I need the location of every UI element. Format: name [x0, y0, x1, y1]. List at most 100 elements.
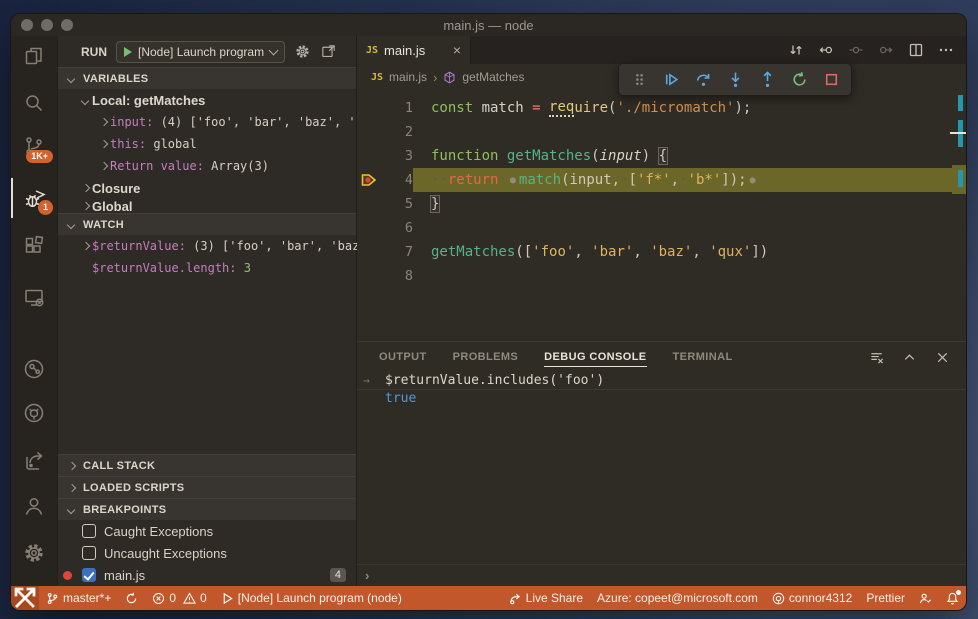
- tab-label: main.js: [384, 42, 426, 58]
- code-token: ··: [431, 172, 448, 188]
- breakpoint-label: main.js: [104, 567, 146, 583]
- code-line[interactable]: 2: [357, 120, 966, 144]
- share-session-icon[interactable]: [11, 441, 57, 481]
- chevron-icon: [78, 185, 92, 191]
- code-line[interactable]: 7 getMatches(['foo', 'bar', 'baz', 'qux']…: [357, 240, 966, 264]
- search-icon[interactable]: [11, 83, 57, 123]
- panel-tab-terminal[interactable]: TERMINAL: [673, 347, 733, 367]
- variables-section-header[interactable]: VARIABLES: [58, 67, 356, 89]
- code-line[interactable]: 1 const match = req uire('./micromatch');: [357, 96, 966, 120]
- debug-console-output[interactable]: → $returnValue.includes('foo') true: [357, 372, 966, 564]
- bottom-panel: OUTPUT PROBLEMS DEBUG CONSOLE TERMINAL → $r…: [357, 341, 966, 586]
- step-out-button[interactable]: [753, 67, 781, 93]
- breakpoint-row[interactable]: Uncaught Exceptions: [58, 542, 356, 564]
- run-debug-icon[interactable]: 1: [11, 178, 57, 218]
- console-prompt-icon: ›: [365, 568, 370, 583]
- tab-main-js[interactable]: JS main.js ×: [357, 36, 471, 64]
- breakpoint-current-frame-icon[interactable]: [357, 173, 381, 187]
- variable-value: (4) ['foo', 'bar', 'baz', 'qux']: [160, 115, 356, 129]
- code-line[interactable]: 5}: [357, 192, 966, 216]
- code-line[interactable]: 6: [357, 216, 966, 240]
- breadcrumb-file[interactable]: main.js: [389, 70, 427, 84]
- close-panel-icon[interactable]: [935, 350, 950, 365]
- feedback-status[interactable]: [912, 586, 939, 610]
- breakpoint-checkbox[interactable]: [82, 568, 96, 582]
- source-control-icon[interactable]: 1K+: [11, 126, 57, 166]
- github-user-status[interactable]: connor4312: [765, 586, 859, 610]
- step-into-button[interactable]: [721, 67, 749, 93]
- code-editor[interactable]: 1 const match = req uire('./micromatch'); 2…: [357, 90, 966, 341]
- clear-console-icon[interactable]: [869, 350, 884, 365]
- live-share-status[interactable]: Live Share: [502, 586, 590, 610]
- close-tab-icon[interactable]: ×: [453, 42, 461, 58]
- github-icon[interactable]: [11, 393, 57, 433]
- code-token: ,: [633, 244, 651, 260]
- account-icon[interactable]: [11, 486, 57, 526]
- navigate-back-icon[interactable]: [818, 42, 834, 58]
- console-expression-row[interactable]: → $returnValue.includes('foo'): [357, 372, 966, 390]
- start-debug-icon[interactable]: [124, 46, 132, 57]
- variable-row[interactable]: this: global: [58, 133, 356, 155]
- loaded-scripts-section-header[interactable]: LOADED SCRIPTS: [58, 476, 356, 498]
- live-share-icon[interactable]: [11, 349, 57, 389]
- panel-tab-debug-console[interactable]: DEBUG CONSOLE: [544, 347, 647, 367]
- live-share-label: Live Share: [525, 591, 584, 605]
- variable-row[interactable]: $returnValue: (3) ['foo', 'bar', 'baz']: [58, 235, 374, 257]
- breakpoint-checkbox[interactable]: [82, 546, 96, 560]
- call-stack-section-header[interactable]: CALL STACK: [58, 454, 356, 476]
- code-line[interactable]: 8: [357, 264, 966, 288]
- scope-row[interactable]: Global: [58, 199, 356, 213]
- stop-button[interactable]: [817, 67, 845, 93]
- debug-console-icon[interactable]: [320, 43, 337, 60]
- vscode-window: main.js — node 1K+ 1 RUN [Node] Launch p…: [10, 13, 967, 611]
- line-number: 1: [404, 100, 413, 116]
- scope-row[interactable]: Closure: [58, 177, 356, 199]
- variable-row[interactable]: $returnValue.length: 3: [58, 257, 356, 279]
- breakpoint-checkbox[interactable]: [82, 524, 96, 538]
- prettier-status[interactable]: Prettier: [859, 586, 912, 610]
- breadcrumb-symbol[interactable]: getMatches: [462, 70, 524, 84]
- panel-tab-problems[interactable]: PROBLEMS: [453, 347, 519, 367]
- variable-value: global: [153, 137, 197, 151]
- variable-row[interactable]: Return value: Array(3): [58, 155, 356, 177]
- line-content: getMatches(['foo', 'bar', 'baz', 'qux']): [413, 240, 966, 264]
- code-token: {: [658, 148, 668, 164]
- watch-section-header[interactable]: WATCH: [58, 213, 356, 235]
- sync-status[interactable]: [118, 586, 145, 610]
- breakpoints-section-header[interactable]: BREAKPOINTS: [58, 498, 356, 520]
- notifications-status[interactable]: [939, 586, 966, 610]
- variable-row[interactable]: input: (4) ['foo', 'bar', 'baz', 'qux']: [58, 111, 356, 133]
- launch-config-dropdown[interactable]: [Node] Launch program: [116, 40, 286, 63]
- explorer-icon[interactable]: [11, 36, 57, 76]
- console-result-row[interactable]: true: [357, 390, 966, 407]
- warnings-icon: [183, 591, 196, 604]
- azure-account-status[interactable]: Azure: copeet@microsoft.com: [590, 586, 765, 610]
- open-changes-icon[interactable]: [788, 42, 804, 58]
- restart-button[interactable]: [785, 67, 813, 93]
- toolbar-drag-handle[interactable]: [625, 67, 653, 93]
- remote-indicator[interactable]: [11, 586, 39, 610]
- panel-tab-output[interactable]: OUTPUT: [379, 347, 427, 367]
- more-actions-icon[interactable]: [938, 42, 954, 58]
- settings-gear-icon[interactable]: [11, 533, 57, 573]
- code-line[interactable]: 3 function getMatches(input) {: [357, 144, 966, 168]
- split-editor-icon[interactable]: [908, 42, 924, 58]
- step-over-button[interactable]: [689, 67, 717, 93]
- configure-gear-icon[interactable]: [294, 43, 311, 60]
- error-count: 0: [169, 591, 177, 605]
- console-input[interactable]: ›: [357, 564, 966, 586]
- maximize-panel-icon[interactable]: [902, 350, 917, 365]
- breakpoint-row[interactable]: Caught Exceptions: [58, 520, 356, 542]
- scope-row[interactable]: Local: getMatches: [58, 89, 356, 111]
- code-line[interactable]: 4 ·· return · ● match (input, ·['f*', ·'b*']); ●: [357, 168, 966, 192]
- problems-status[interactable]: 0 0: [145, 586, 213, 610]
- remote-explorer-icon[interactable]: [11, 277, 57, 317]
- git-branch-status[interactable]: master*+: [39, 586, 118, 610]
- continue-button[interactable]: [657, 67, 685, 93]
- debug-target-status[interactable]: [Node] Launch program (node): [214, 586, 409, 610]
- chevron-icon: [78, 266, 92, 271]
- extensions-icon[interactable]: [11, 226, 57, 266]
- breakpoint-row[interactable]: main.js 4: [58, 564, 356, 586]
- line-content: [413, 120, 966, 144]
